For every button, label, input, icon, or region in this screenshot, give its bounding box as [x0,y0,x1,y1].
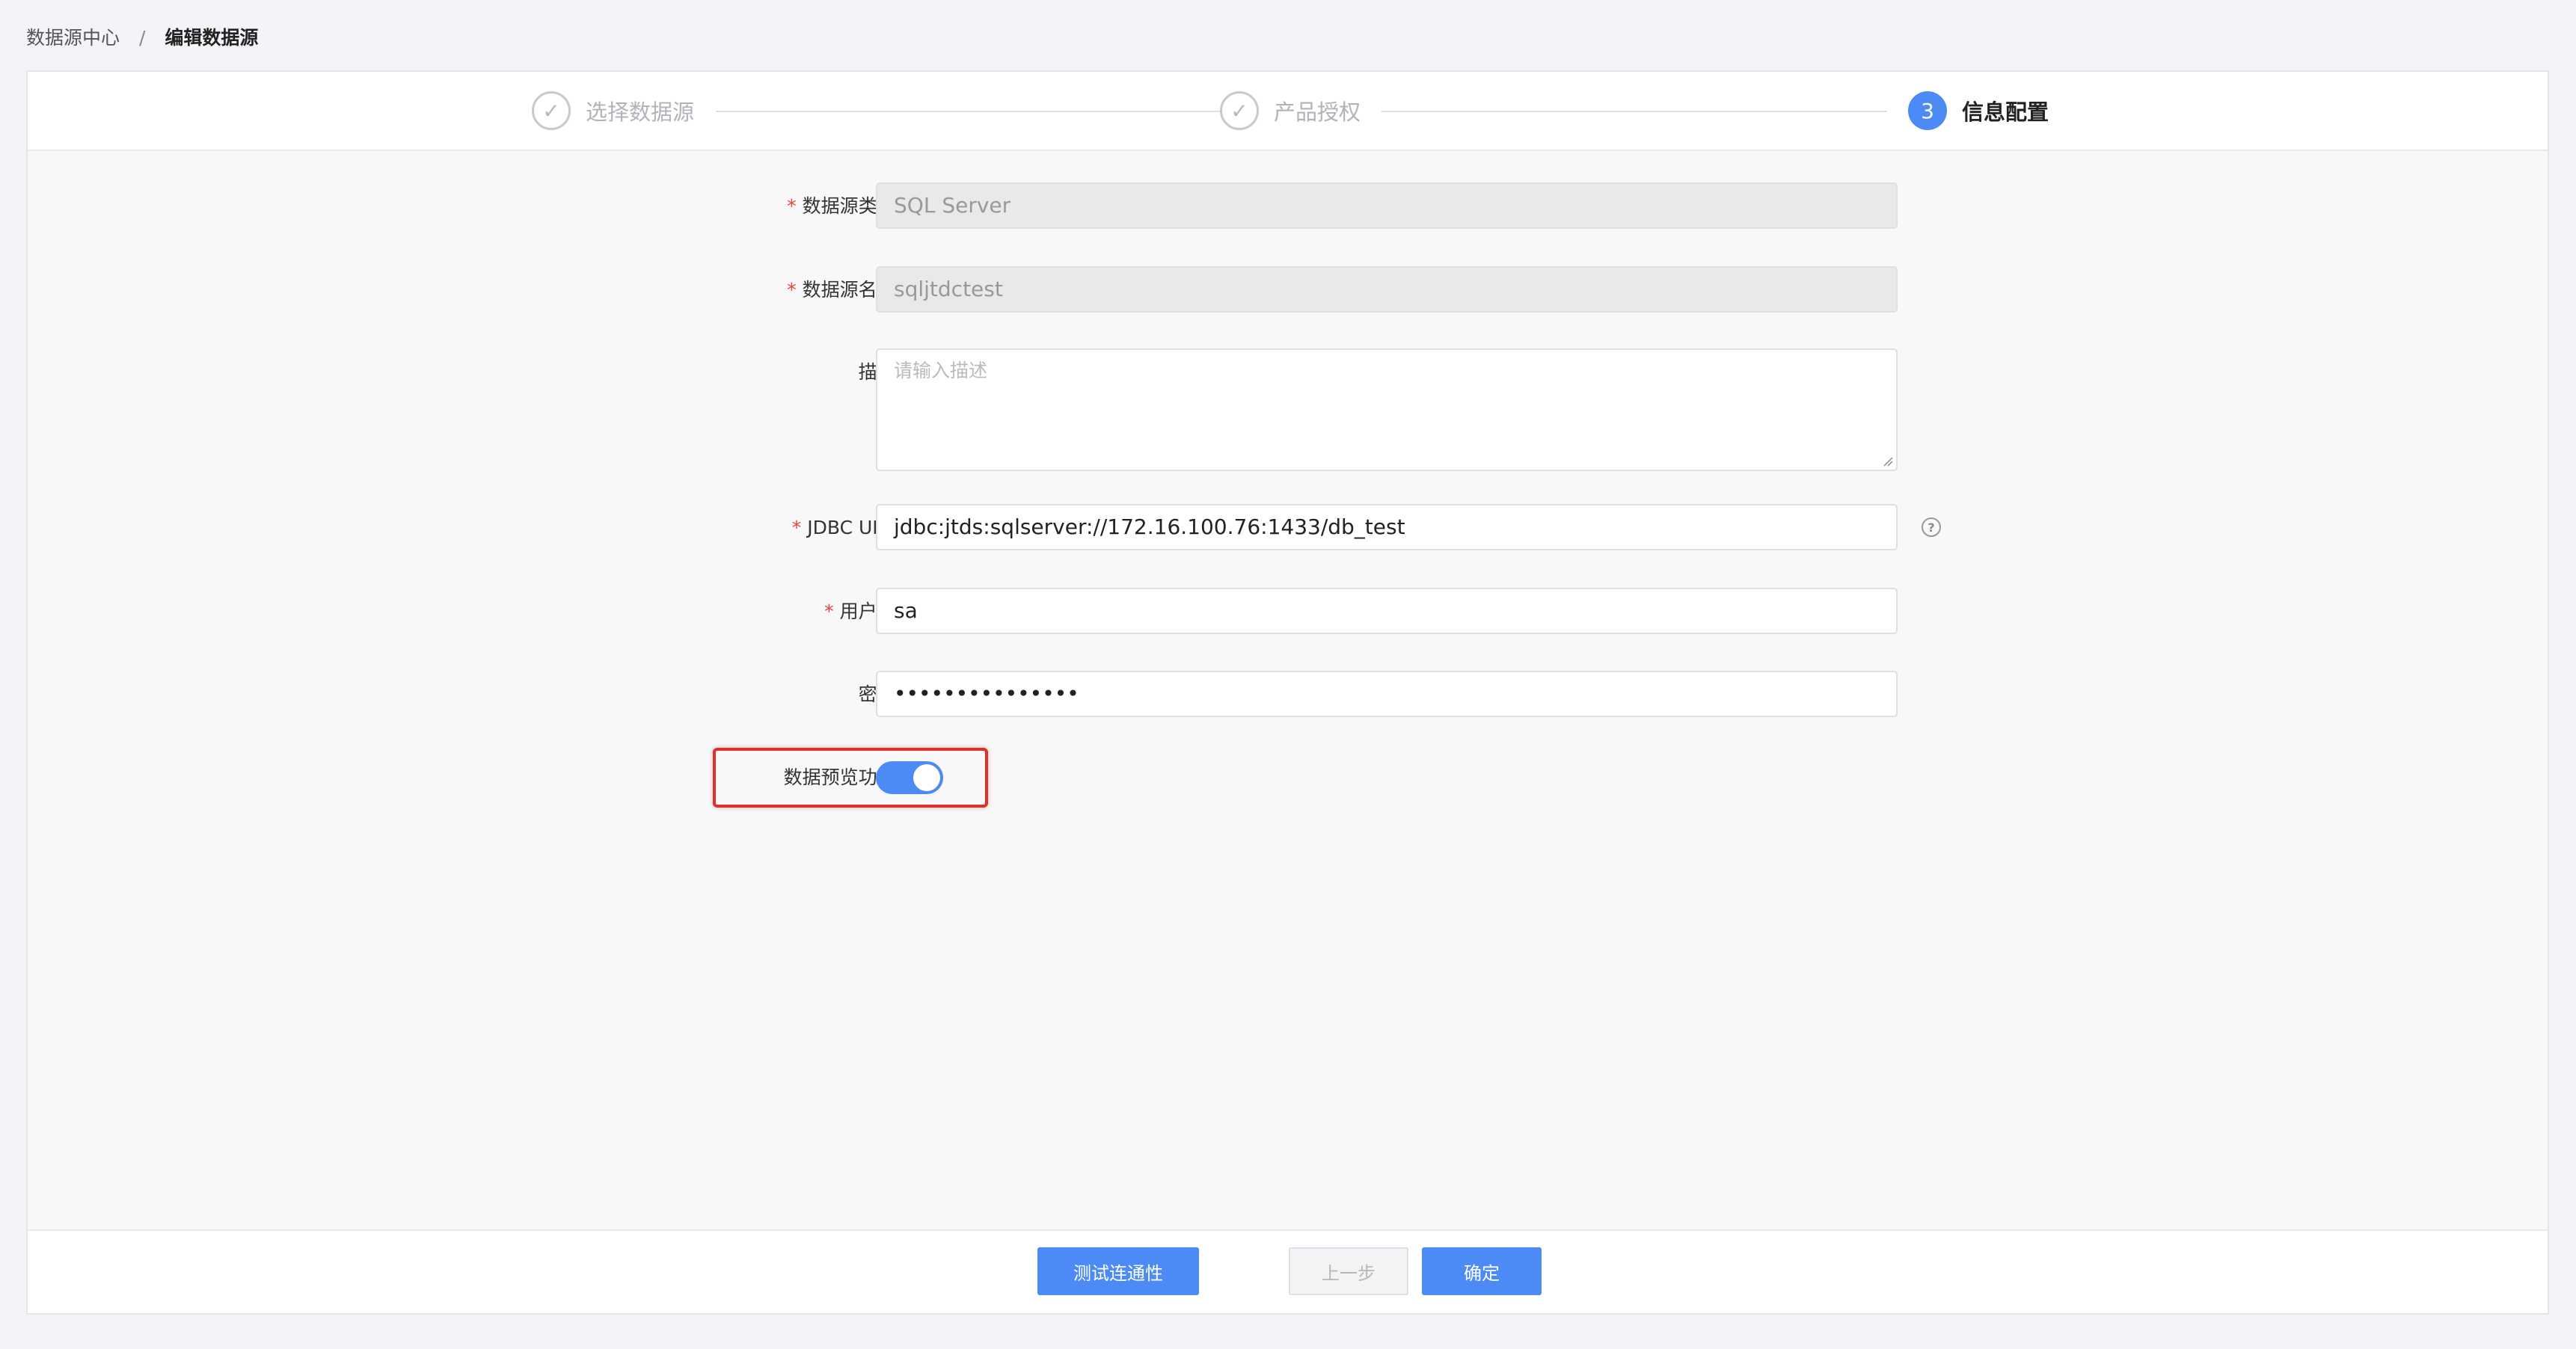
step-label: 选择数据源 [586,99,695,125]
previous-step-button[interactable]: 上一步 [1289,1247,1408,1295]
description-placeholder: 请输入描述 [894,360,988,381]
description-textarea[interactable]: 请输入描述 [876,348,1898,471]
name-input: sqljtdctest [876,266,1898,313]
footer-bar: 测试连通性 上一步 确定 [28,1229,2548,1313]
form-row-preview: 数据预览功能: [28,748,2548,808]
required-marker: * [787,279,797,301]
username-input[interactable]: sa [876,588,1898,634]
required-marker: * [824,600,834,622]
required-marker: * [791,517,802,538]
main-panel: ✓ 选择数据源 ✓ 产品授权 3 信息配置 * 数据源类型: SQL Server… [26,70,2549,1315]
step-connector [1381,111,1887,112]
breadcrumb-current: 编辑数据源 [165,27,259,49]
step-number-badge: 3 [1908,91,1947,130]
confirm-button[interactable]: 确定 [1422,1247,1542,1295]
step-label: 产品授权 [1274,99,1361,125]
form-row-desc: 描述: 请输入描述 [28,348,2548,473]
breadcrumb-separator: / [138,27,146,49]
form-label: * JDBC URL: [791,517,902,538]
step-product-auth: ✓ 产品授权 [1220,90,1361,132]
preview-toggle[interactable] [876,761,943,794]
form-row-password: 密码: ••••••••••••••• [28,671,2548,719]
form-row-jdbc: * JDBC URL: jdbc:jtds:sqlserver://172.16.… [28,504,2548,552]
steps-bar: ✓ 选择数据源 ✓ 产品授权 3 信息配置 [28,72,2548,151]
form-label: 数据预览功能: [783,766,902,788]
jdbc-url-input[interactable]: jdbc:jtds:sqlserver://172.16.100.76:1433… [876,504,1898,550]
test-connection-button[interactable]: 测试连通性 [1037,1247,1199,1295]
breadcrumb-root[interactable]: 数据源中心 [26,27,120,49]
step-done-check-icon: ✓ [532,91,571,130]
form-label: 密码: [528,671,902,719]
resize-handle-icon[interactable] [1881,455,1893,467]
toggle-knob [913,764,940,791]
form-label: * 数据源类型: [787,195,902,217]
step-done-check-icon: ✓ [1220,91,1259,130]
form-label: * 数据源名称: [787,279,902,301]
breadcrumb: 数据源中心 / 编辑数据源 [26,25,258,51]
form-row-user: * 用户名: sa [28,588,2548,636]
required-marker: * [787,195,797,217]
form-label: 描述: [528,348,902,396]
step-label: 信息配置 [1962,99,2049,125]
step-connector [716,111,1224,112]
form-row-name: * 数据源名称: sqljtdctest [28,266,2548,314]
form-label: * 用户名: [824,600,902,622]
step-info-config: 3 信息配置 [1908,90,2049,132]
step-select-source: ✓ 选择数据源 [532,90,694,132]
help-icon[interactable]: ? [1922,517,1941,537]
form-row-type: * 数据源类型: SQL Server [28,182,2548,230]
password-input[interactable]: ••••••••••••••• [876,671,1898,717]
type-input: SQL Server [876,182,1898,229]
